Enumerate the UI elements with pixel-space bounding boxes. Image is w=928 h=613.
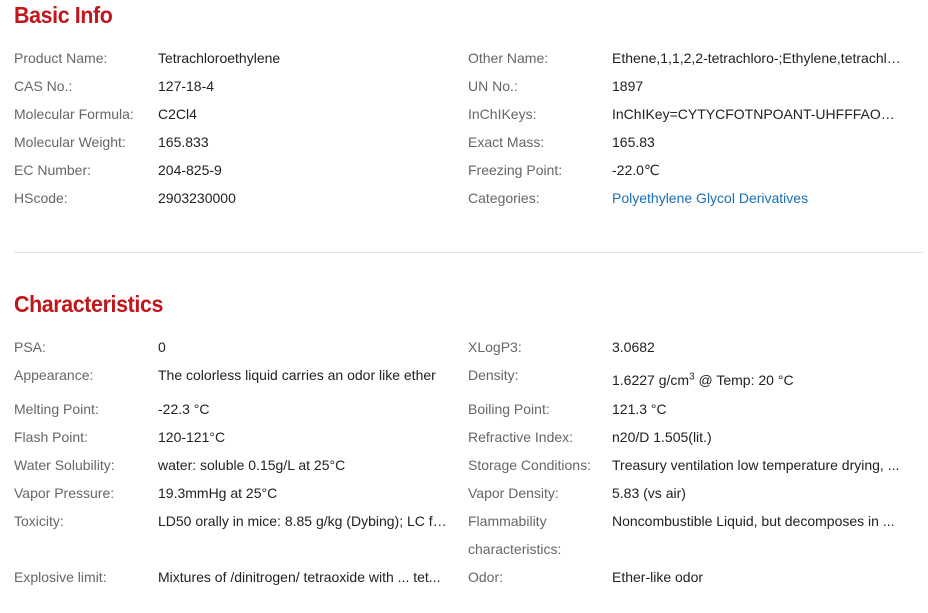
other-name-value: Ethene,1,1,2,2-tetrachloro-;Ethylene,tet… <box>612 50 904 66</box>
xlogp3-label: XLogP3: <box>468 339 522 355</box>
freezing-point-label: Freezing Point: <box>468 162 563 178</box>
flammability-value: Noncombustible Liquid, but decomposes in… <box>612 513 895 529</box>
product-name-label: Product Name: <box>14 50 108 66</box>
storage-conditions-label: Storage Conditions: <box>468 457 591 473</box>
categories-link[interactable]: Polyethylene Glycol Derivatives <box>612 184 904 212</box>
flash-point-value: 120-121°C <box>158 429 226 445</box>
psa-value: 0 <box>158 339 166 355</box>
density-label: Density: <box>468 367 519 383</box>
density-value-temp: @ Temp: 20 °C <box>694 372 794 388</box>
ec-number-value: 204-825-9 <box>158 162 222 178</box>
molecular-weight-value: 165.833 <box>158 134 209 150</box>
exact-mass-value: 165.83 <box>612 134 655 150</box>
melting-point-value: -22.3 °C <box>158 401 210 417</box>
refractive-index-label: Refractive Index: <box>468 429 574 445</box>
molecular-weight-label: Molecular Weight: <box>14 134 126 150</box>
ec-number-label: EC Number: <box>14 162 92 178</box>
characteristics-row: Vapor Pressure: 19.3mmHg at 25°C Vapor D… <box>0 479 928 507</box>
odor-value: Ether-like odor <box>612 569 704 585</box>
vapor-pressure-value: 19.3mmHg at 25°C <box>158 485 278 501</box>
un-no-label: UN No.: <box>468 78 518 94</box>
flammability-label: Flammability characteristics: <box>468 513 562 557</box>
boiling-point-label: Boiling Point: <box>468 401 550 417</box>
psa-label: PSA: <box>14 339 46 355</box>
water-solubility-label: Water Solubility: <box>14 457 115 473</box>
odor-label: Odor: <box>468 569 504 585</box>
basic-info-row: EC Number: 204-825-9 Freezing Point: -22… <box>0 156 928 184</box>
characteristics-row: Flash Point: 120-121°C Refractive Index:… <box>0 423 928 451</box>
characteristics-row: PSA: 0 XLogP3: 3.0682 <box>0 333 928 361</box>
water-solubility-value: water: soluble 0.15g/L at 25°C <box>158 457 346 473</box>
characteristics-row: Appearance: The colorless liquid carries… <box>0 361 928 395</box>
basic-info-row: CAS No.: 127-18-4 UN No.: 1897 <box>0 72 928 100</box>
vapor-density-value: 5.83 (vs air) <box>612 485 686 501</box>
vapor-pressure-label: Vapor Pressure: <box>14 485 115 501</box>
boiling-point-value: 121.3 °C <box>612 401 667 417</box>
characteristics-row: Explosive limit: Mixtures of /dinitrogen… <box>0 563 928 591</box>
explosive-limit-label: Explosive limit: <box>14 569 107 585</box>
flash-point-label: Flash Point: <box>14 429 88 445</box>
toxicity-value: LD50 orally in mice: 8.85 g/kg (Dybing);… <box>158 513 450 529</box>
un-no-value: 1897 <box>612 78 644 94</box>
characteristics-row: Water Solubility: water: soluble 0.15g/L… <box>0 451 928 479</box>
toxicity-label: Toxicity: <box>14 513 64 529</box>
basic-info-row: HScode: 2903230000 Categories: Polyethyl… <box>0 184 928 212</box>
vapor-density-label: Vapor Density: <box>468 485 559 501</box>
exact-mass-label: Exact Mass: <box>468 134 545 150</box>
density-value: 1.6227 g/cm3 @ Temp: 20 °C <box>612 366 904 394</box>
basic-info-row: Molecular Formula: C2Cl4 InChIKeys: InCh… <box>0 100 928 128</box>
characteristics-heading: Characteristics <box>14 291 163 317</box>
appearance-label: Appearance: <box>14 367 94 383</box>
product-name-value: Tetrachloroethylene <box>158 50 281 66</box>
melting-point-label: Melting Point: <box>14 401 99 417</box>
inchikeys-value: InChIKey=CYTYCFOTNPOANT-UHFFFAOYSA-N <box>612 106 904 122</box>
refractive-index-value: n20/D 1.505(lit.) <box>612 429 712 445</box>
categories-label: Categories: <box>468 190 540 206</box>
molecular-formula-label: Molecular Formula: <box>14 106 134 122</box>
xlogp3-value: 3.0682 <box>612 339 655 355</box>
basic-info-row: Product Name: Tetrachloroethylene Other … <box>0 44 928 72</box>
appearance-value: The colorless liquid carries an odor lik… <box>158 367 436 383</box>
hscode-label: HScode: <box>14 190 68 206</box>
basic-info-row: Molecular Weight: 165.833 Exact Mass: 16… <box>0 128 928 156</box>
explosive-limit-value: Mixtures of /dinitrogen/ tetraoxide with… <box>158 569 441 585</box>
section-divider <box>14 252 923 253</box>
freezing-point-value: -22.0℃ <box>612 162 660 178</box>
cas-no-value: 127-18-4 <box>158 78 215 94</box>
basic-info-heading: Basic Info <box>14 2 113 28</box>
cas-no-label: CAS No.: <box>14 78 73 94</box>
molecular-formula-value: C2Cl4 <box>158 106 197 122</box>
characteristics-row: Melting Point: -22.3 °C Boiling Point: 1… <box>0 395 928 423</box>
storage-conditions-value: Treasury ventilation low temperature dry… <box>612 457 900 473</box>
characteristics-row: Toxicity: LD50 orally in mice: 8.85 g/kg… <box>0 507 928 563</box>
density-value-main: 1.6227 g/cm <box>612 372 690 388</box>
hscode-value: 2903230000 <box>158 190 236 206</box>
inchikeys-label: InChIKeys: <box>468 106 537 122</box>
other-name-label: Other Name: <box>468 50 549 66</box>
